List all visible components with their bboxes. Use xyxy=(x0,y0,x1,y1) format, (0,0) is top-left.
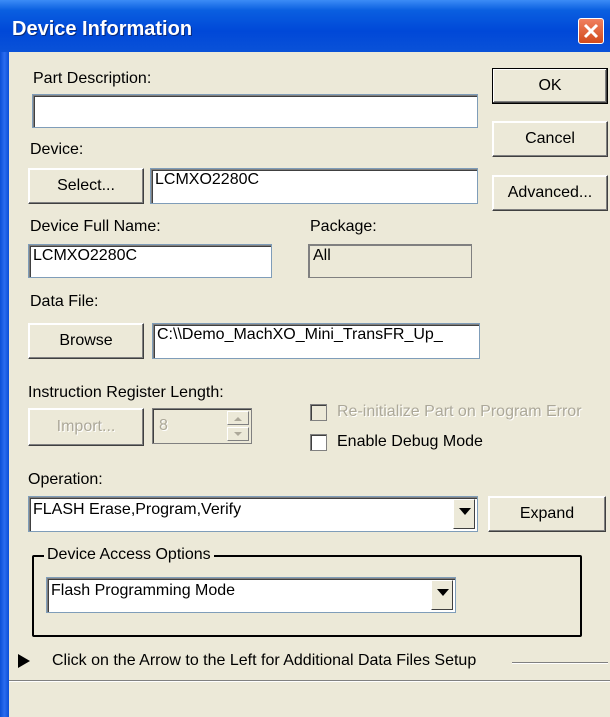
cancel-button[interactable]: Cancel xyxy=(492,121,608,157)
operation-value: FLASH Erase,Program,Verify xyxy=(33,501,242,518)
spinner-down-button[interactable] xyxy=(227,427,249,441)
device-input[interactable]: LCMXO2280C xyxy=(150,168,478,204)
bottom-separator xyxy=(9,680,610,682)
device-access-value: Flash Programming Mode xyxy=(51,582,236,599)
additional-files-separator xyxy=(512,662,608,664)
instruction-register-spinner[interactable]: 8 xyxy=(152,408,252,444)
part-description-label: Part Description: xyxy=(33,70,152,87)
operation-select[interactable]: FLASH Erase,Program,Verify xyxy=(28,496,478,532)
part-description-input[interactable] xyxy=(32,94,478,128)
debug-mode-label: Enable Debug Mode xyxy=(337,433,483,450)
package-field: All xyxy=(308,244,472,278)
chevron-down-icon xyxy=(234,432,242,436)
chevron-up-icon xyxy=(234,417,242,421)
device-access-dropdown-button[interactable] xyxy=(431,580,453,610)
device-full-name-input[interactable]: LCMXO2280C xyxy=(28,244,272,278)
device-access-options-title: Device Access Options xyxy=(44,546,214,564)
browse-button[interactable]: Browse xyxy=(28,323,144,359)
instruction-register-label: Instruction Register Length: xyxy=(28,384,224,401)
device-information-dialog: Device Information Part Description: OK … xyxy=(0,0,610,717)
triangle-right-icon[interactable] xyxy=(18,654,30,668)
debug-mode-checkbox[interactable] xyxy=(310,434,327,451)
device-access-select[interactable]: Flash Programming Mode xyxy=(46,577,456,613)
expand-button[interactable]: Expand xyxy=(488,496,606,532)
operation-dropdown-button[interactable] xyxy=(453,499,475,529)
additional-files-text: Click on the Arrow to the Left for Addit… xyxy=(52,652,477,669)
data-file-label: Data File: xyxy=(30,293,99,310)
close-button[interactable] xyxy=(578,18,604,44)
data-file-input[interactable]: C:\\Demo_MachXO_Mini_TransFR_Up_ xyxy=(152,323,480,359)
chevron-down-icon xyxy=(437,589,449,596)
operation-label: Operation: xyxy=(28,471,103,488)
advanced-button[interactable]: Advanced... xyxy=(492,175,608,211)
close-icon xyxy=(583,23,599,39)
device-full-name-label: Device Full Name: xyxy=(30,218,161,235)
spinner-up-button[interactable] xyxy=(227,411,249,425)
reinitialize-checkbox[interactable] xyxy=(310,404,327,421)
chevron-down-icon xyxy=(459,508,471,515)
device-access-options-group: Device Access Options Flash Programming … xyxy=(32,546,582,637)
title-bar[interactable]: Device Information xyxy=(0,0,610,52)
package-label: Package: xyxy=(310,218,377,235)
instruction-register-value: 8 xyxy=(159,417,168,434)
select-device-button[interactable]: Select... xyxy=(28,168,144,204)
window-title: Device Information xyxy=(12,18,193,40)
reinitialize-label: Re-initialize Part on Program Error xyxy=(337,403,582,420)
window-frame-left xyxy=(0,52,9,717)
import-button[interactable]: Import... xyxy=(28,408,144,446)
ok-button[interactable]: OK xyxy=(492,68,608,104)
device-label: Device: xyxy=(30,141,84,158)
